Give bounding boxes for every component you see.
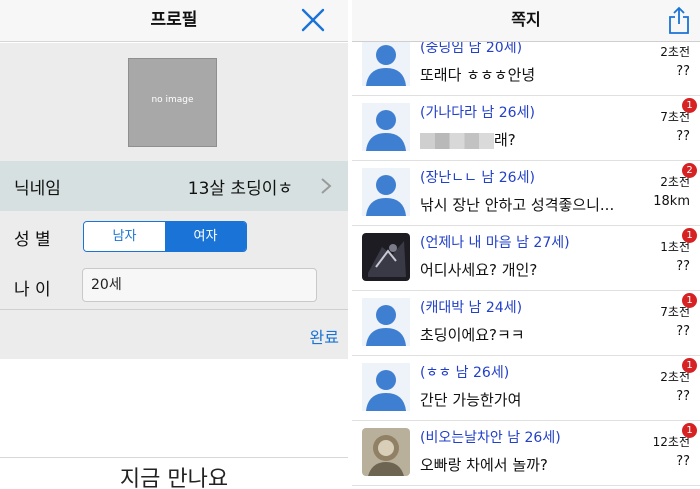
messages-panel: 쪽지 (중딩임 남 20세) 또래다 ㅎㅎㅎ안녕 2초전 ?? (가나다라 남 … [352,0,700,489]
close-icon[interactable] [300,7,326,33]
gender-segmented-control[interactable]: 남자 여자 [83,221,247,252]
gender-label: 성 별 [14,230,51,250]
message-distance: 18km [653,194,690,209]
default-user-icon [362,168,410,216]
messages-header: 쪽지 [352,0,700,42]
unread-badge: 1 [682,358,697,373]
message-item[interactable]: (언제나 내 마음 남 27세) 어디사세요? 개인? 1초전 ?? 1 [352,226,700,291]
done-row: 완료 [0,309,348,359]
message-preview: 또래다 ㅎㅎㅎ안녕 [420,66,536,84]
profile-header: 프로필 [0,0,348,42]
unread-badge: 1 [682,293,697,308]
gender-option-male[interactable]: 남자 [84,222,165,251]
message-item[interactable]: (캐대박 남 24세) 초딩이에요?ㅋㅋ 7초전 ?? 1 [352,291,700,356]
message-distance: ?? [676,454,690,469]
profile-title: 프로필 [150,10,198,30]
message-preview: 래? [420,129,516,150]
default-user-icon [362,298,410,346]
user-photo [362,233,410,281]
nickname-row[interactable]: 닉네임 13살 초딩이ㅎ [0,161,348,211]
gender-option-female[interactable]: 여자 [165,222,246,251]
meet-now-button[interactable]: 지금 만나요 [0,461,348,489]
message-distance: ?? [676,64,690,79]
unread-badge: 2 [682,163,697,178]
sender-name: (캐대박 남 24세) [420,300,523,316]
blurred-text [420,132,494,149]
message-item[interactable]: (장난ㄴㄴ 남 26세) 낚시 장난 안하고 성격좋으니... 2초전 18km… [352,161,700,226]
message-distance: ?? [676,259,690,274]
message-preview: 초딩이에요?ㅋㅋ [420,326,525,344]
sender-name: (언제나 내 마음 남 27세) [420,235,570,251]
message-item[interactable]: (가나다라 남 26세) 래? 7초전 ?? 1 [352,96,700,161]
sender-name: (ㅎㅎ 남 26세) [420,365,510,381]
default-user-icon [362,103,410,151]
chevron-right-icon [321,178,332,194]
age-row: 나 이 20세 [0,263,348,309]
nickname-label: 닉네임 [14,179,61,199]
message-preview: 오빠랑 차에서 놀까? [420,456,548,474]
age-field[interactable]: 20세 [82,268,317,302]
message-preview: 어디사세요? 개인? [420,261,538,279]
unread-badge: 1 [682,228,697,243]
unread-badge: 1 [682,423,697,438]
done-button[interactable]: 완료 [310,324,339,348]
default-user-icon [362,363,410,411]
default-user-icon [362,38,410,86]
divider [0,457,348,458]
profile-panel: 프로필 no image 닉네임 13살 초딩이ㅎ 성 별 남자 여자 나 이 … [0,0,348,489]
user-photo [362,428,410,476]
nickname-value: 13살 초딩이ㅎ [187,179,293,199]
message-distance: ?? [676,389,690,404]
message-preview-text: 래? [494,131,516,149]
messages-title: 쪽지 [511,10,541,29]
message-time: 2초전 [660,45,690,59]
profile-photo[interactable]: no image [128,58,217,147]
message-preview: 간단 가능한가여 [420,391,522,409]
gender-row: 성 별 남자 여자 [0,211,348,263]
message-preview: 낚시 장난 안하고 성격좋으니... [420,196,615,214]
no-image-label: no image [151,95,194,105]
unread-badge: 1 [682,98,697,113]
message-item[interactable]: (비오는날차안 남 26세) 오빠랑 차에서 놀까? 12초전 ?? 1 [352,421,700,486]
message-item[interactable]: (ㅎㅎ 남 26세) 간단 가능한가여 2초전 ?? 1 [352,356,700,421]
message-distance: ?? [676,324,690,339]
message-distance: ?? [676,129,690,144]
sender-name: (가나다라 남 26세) [420,105,535,121]
share-icon[interactable] [668,5,690,35]
sender-name: (비오는날차안 남 26세) [420,430,561,446]
sender-name: (장난ㄴㄴ 남 26세) [420,170,535,186]
age-label: 나 이 [14,280,51,300]
